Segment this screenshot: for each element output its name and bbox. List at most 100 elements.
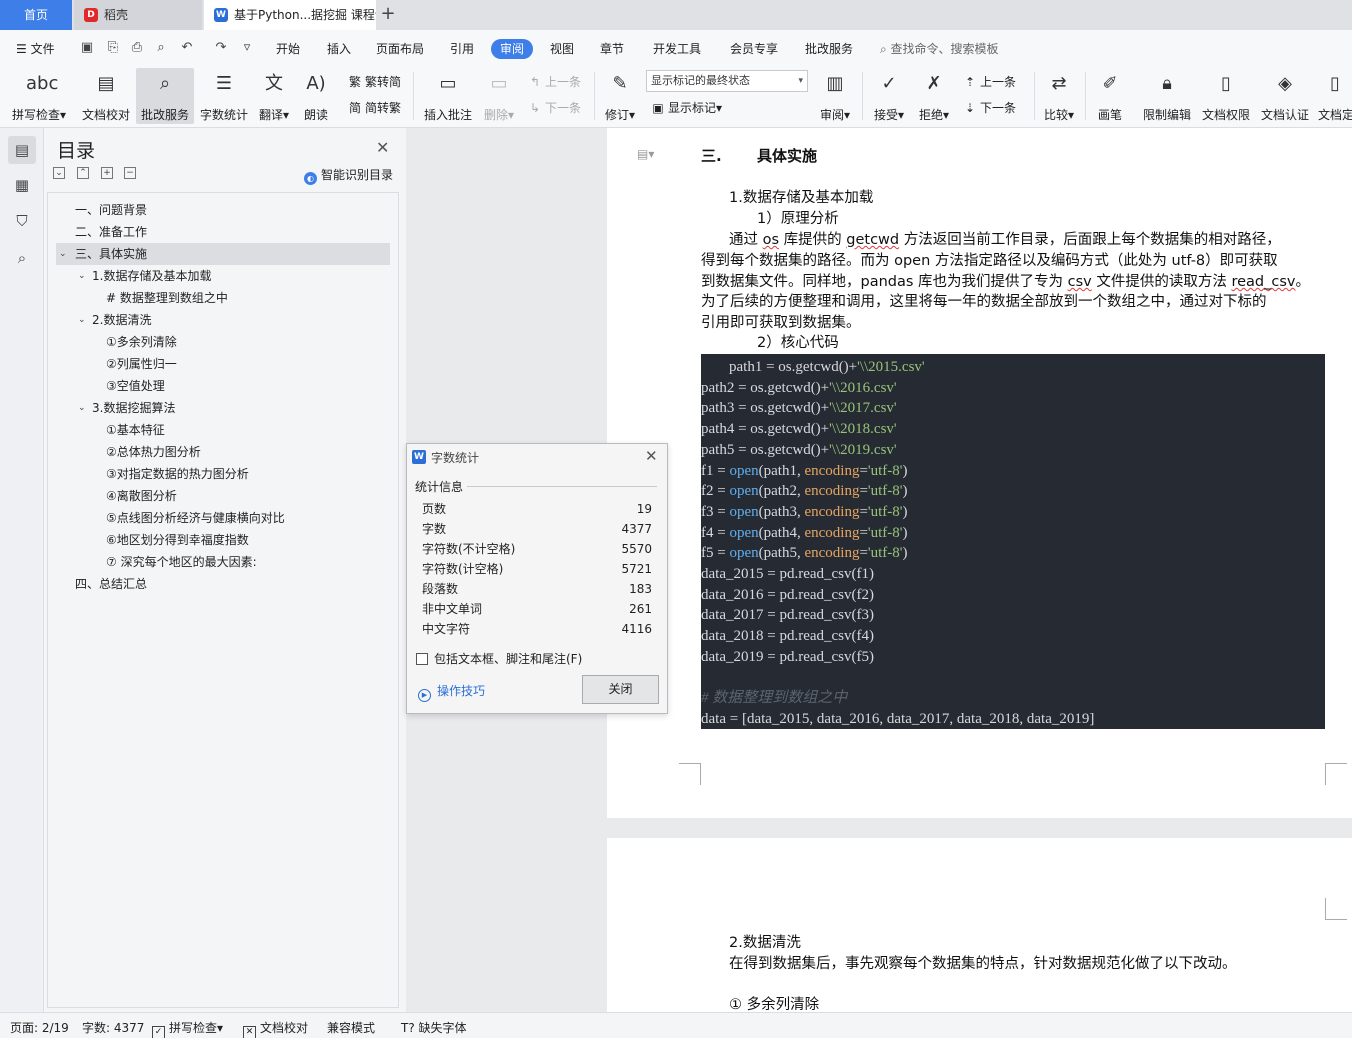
tab-daoke[interactable]: D 稻壳 [74, 0, 202, 30]
collapse-all-icon[interactable]: ⌄ [53, 167, 65, 179]
restrict-edit-button[interactable]: 🔒︎ 限制编辑 [1140, 68, 1194, 124]
doc-proof-status[interactable]: ✕ 文档校对 [243, 1019, 308, 1038]
toc-item-label: ⑦ 深究每个地区的最大因素: [106, 555, 257, 569]
toc-item[interactable]: ⑥地区划分得到幸福度指数 [48, 529, 398, 551]
prev-change-button[interactable]: ⇡ 上一条 [962, 72, 1016, 92]
toc-item[interactable]: ⌄ 3.数据挖掘算法 [48, 397, 398, 419]
code-line: f1 = open(path1, encoding='utf-8') [701, 462, 908, 479]
delete-comment-button[interactable]: ▭ 删除▾ [480, 68, 518, 124]
toc-item-selected[interactable]: ⌄ 三、具体实施 [56, 243, 390, 265]
menu-insert[interactable]: 插入 [327, 39, 351, 59]
page-indicator[interactable]: 页面: 2/19 [10, 1019, 69, 1036]
bookmark-icon[interactable]: ⛉ [8, 207, 36, 235]
tab-home[interactable]: 首页 [0, 0, 72, 30]
toc-item[interactable]: ①多余列清除 [48, 331, 398, 353]
add-heading-icon[interactable]: + [101, 167, 113, 179]
undo-icon[interactable]: ↶ [178, 39, 196, 57]
menu-chapter[interactable]: 章节 [600, 39, 624, 59]
menu-start[interactable]: 开始 [276, 39, 300, 59]
remove-heading-icon[interactable]: − [124, 167, 136, 179]
spell-check-status[interactable]: ✓ 拼写检查▾ [152, 1019, 223, 1038]
toc-item[interactable]: 二、准备工作 [48, 221, 398, 243]
stats-key: 字数 [422, 522, 447, 536]
menu-references[interactable]: 引用 [450, 39, 474, 59]
toc-item[interactable]: # 数据整理到数组之中 [48, 287, 398, 309]
text-run: csv [1067, 274, 1092, 290]
quick-access-dropdown-icon[interactable]: ▿ [238, 39, 256, 57]
toc-item[interactable]: ②总体热力图分析 [48, 441, 398, 463]
include-footnotes-checkbox[interactable]: 包括文本框、脚注和尾注(F) [416, 650, 582, 667]
revise-button[interactable]: ✎ 修订▾ [600, 68, 640, 124]
tips-link[interactable]: ▶ 操作技巧 [418, 682, 485, 702]
spell-check-button[interactable]: abc 拼写检查▾ [8, 68, 70, 124]
close-button[interactable]: 关闭 [582, 675, 659, 704]
toc-item[interactable]: ③对指定数据的热力图分析 [48, 463, 398, 485]
comment-delete-icon: ▭ [490, 73, 508, 94]
print-icon[interactable]: ⎙ [128, 39, 146, 57]
menu-review[interactable]: 审阅 [491, 39, 534, 59]
smart-toc-button[interactable]: ◐ 智能识别目录 [304, 166, 393, 185]
show-markup-button[interactable]: ▣ 显示标记▾ [650, 98, 722, 118]
review-pane-button[interactable]: ▥ 审阅▾ [815, 68, 855, 124]
simp-to-trad-button[interactable]: 简简转繁 [347, 98, 401, 118]
trad-to-simp-button[interactable]: 繁繁转简 [347, 72, 401, 92]
page-corner-mark [679, 763, 701, 785]
toc-item[interactable]: 四、总结汇总 [48, 573, 398, 595]
next-change-button[interactable]: ⇣ 下一条 [962, 98, 1016, 118]
correction-service-button[interactable]: ⌕ 批改服务 [136, 68, 194, 124]
paragraph-line: 得到每个数据集的路径。而为 open 方法指定路径以及编码方式（此处为 utf-… [701, 253, 1278, 269]
save-icon[interactable]: ▣ [78, 39, 96, 57]
toc-item[interactable]: ③空值处理 [48, 375, 398, 397]
prev-comment-button[interactable]: ↰ 上一条 [527, 72, 581, 92]
toc-item[interactable]: ②列属性归一 [48, 353, 398, 375]
menu-member[interactable]: 会员专享 [730, 39, 778, 59]
search-icon[interactable]: ⌕ [8, 244, 36, 272]
close-icon[interactable]: ✕ [376, 138, 389, 157]
insert-comment-button[interactable]: ▭ 插入批注 [420, 68, 476, 124]
compare-button[interactable]: ⇄ 比较▾ [1040, 68, 1078, 124]
expand-up-icon[interactable]: ⌃ [77, 167, 89, 179]
word-count-indicator[interactable]: 字数: 4377 [82, 1019, 144, 1036]
command-search[interactable]: ⌕ 查找命令、搜索模板 [880, 39, 999, 59]
page-menu-icon[interactable]: ▤▾ [637, 147, 654, 161]
doc-cert-icon: ◈ [1278, 73, 1292, 94]
new-tab-button[interactable]: + [378, 0, 398, 30]
menu-developer[interactable]: 开发工具 [653, 39, 701, 59]
next-comment-button[interactable]: ↳ 下一条 [527, 98, 581, 118]
toc-panel-icon[interactable]: ▤ [8, 136, 36, 164]
file-menu[interactable]: ☰ 文件 [16, 39, 55, 59]
menu-page-layout[interactable]: 页面布局 [376, 39, 424, 59]
print-preview-icon[interactable]: ⌕ [152, 39, 170, 57]
menu-correction[interactable]: 批改服务 [805, 39, 853, 59]
doc-proof-label: 文档校对 [81, 108, 130, 122]
toc-item-label: 一、问题背景 [75, 203, 148, 217]
word-count-button[interactable]: ☰ 字数统计 [196, 68, 252, 124]
export-pdf-icon[interactable]: ⎘ [104, 39, 122, 57]
pen-button[interactable]: ✐ 画笔 [1092, 68, 1128, 124]
reject-button[interactable]: ✗ 拒绝▾ [915, 68, 953, 124]
toc-item[interactable]: ⌄ 1.数据存储及基本加载 [48, 265, 398, 287]
menu-view[interactable]: 视图 [550, 39, 574, 59]
doc-more-button[interactable]: ▯ 文档定 [1318, 68, 1352, 124]
toc-item[interactable]: 一、问题背景 [48, 199, 398, 221]
redo-icon[interactable]: ↷ [212, 39, 230, 57]
toc-item[interactable]: ①基本特征 [48, 419, 398, 441]
doc-cert-button[interactable]: ◈ 文档认证 [1258, 68, 1312, 124]
chapter-nav-icon[interactable]: ▦ [8, 171, 36, 199]
toc-item-label: ②列属性归一 [106, 357, 177, 371]
toc-item[interactable]: ⑦ 深究每个地区的最大因素: [48, 551, 398, 573]
markup-state-select[interactable]: 显示标记的最终状态 ▾ [646, 70, 808, 92]
accept-button[interactable]: ✓ 接受▾ [870, 68, 908, 124]
doc-proof-button[interactable]: ▤ 文档校对 [78, 68, 134, 124]
show-markup-icon: ▣ [652, 101, 664, 115]
tab-document[interactable]: W 基于Python...据挖掘 课程论 [204, 0, 376, 30]
toc-item[interactable]: ④离散图分析 [48, 485, 398, 507]
toc-item[interactable]: ⌄ 2.数据清洗 [48, 309, 398, 331]
toc-item[interactable]: ⑤点线图分析经济与健康横向对比 [48, 507, 398, 529]
read-aloud-button[interactable]: A) 朗读 [298, 68, 334, 124]
text-run: 文件提供的读取方法 [1091, 274, 1232, 290]
translate-button[interactable]: 文翻译▾ [255, 68, 293, 124]
missing-font-status[interactable]: T? 缺失字体 [401, 1019, 467, 1036]
close-icon[interactable]: ✕ [645, 447, 658, 465]
doc-permission-button[interactable]: ▯ 文档权限 [1199, 68, 1253, 124]
